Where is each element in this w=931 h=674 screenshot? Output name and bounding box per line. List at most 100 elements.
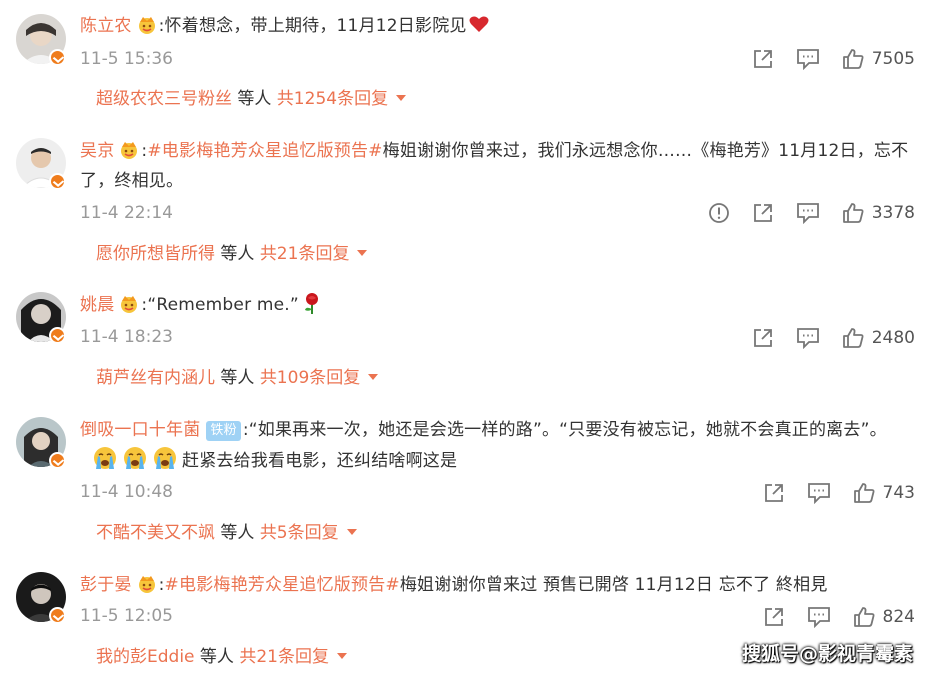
- comment-text: 陈立农:怀着想念，带上期待，11月12日影院见: [80, 11, 915, 41]
- reply-summary[interactable]: 愿你所想皆所得 等人 共21条回复: [96, 243, 368, 265]
- user-name[interactable]: 彭于晏: [80, 575, 132, 595]
- reply-summary[interactable]: 我的彭Eddie 等人 共21条回复: [96, 646, 347, 668]
- reply-count-link[interactable]: 共21条回复: [260, 244, 350, 264]
- chevron-down-icon[interactable]: [396, 95, 407, 101]
- reply-summary[interactable]: 不酷不美又不飒 等人 共5条回复: [96, 522, 357, 544]
- comment-icon: [796, 49, 819, 70]
- crying-face-emoji: [92, 445, 180, 481]
- comment-button[interactable]: [796, 327, 820, 349]
- like-button[interactable]: 2480: [842, 327, 915, 349]
- crown-icon: [121, 142, 138, 159]
- comment-button[interactable]: [796, 48, 820, 70]
- comment-text: 吴京:#电影梅艳芳众星追忆版预告#梅姐谢谢你曾来过，我们永远想念你……《梅艳芳》…: [80, 136, 915, 196]
- chevron-down-icon[interactable]: [346, 529, 357, 535]
- comment-text: 彭于晏:#电影梅艳芳众星追忆版预告#梅姐谢谢你曾来过 預售已開啓 11月12日 …: [80, 570, 915, 600]
- crown-icon: [121, 296, 138, 313]
- reply-summary[interactable]: 葫芦丝有内涵儿 等人 共109条回复: [96, 367, 379, 389]
- comment-icon: [796, 203, 819, 224]
- topic-link[interactable]: #电影梅艳芳众星追忆版预告#: [147, 141, 382, 161]
- comment-body: “如果再来一次，她还是会选一样的路”。“只要没有被忘记，她就不会真正的离去”。: [248, 420, 887, 440]
- comment-body: 怀着想念，带上期待，11月12日影院见: [164, 16, 467, 36]
- like-icon: [853, 483, 875, 503]
- comment-icon: [807, 607, 830, 628]
- share-icon: [764, 484, 783, 502]
- crown-icon: [138, 576, 155, 593]
- comment-button[interactable]: [807, 606, 831, 628]
- user-name[interactable]: 陈立农: [80, 16, 132, 36]
- action-bar: 743: [741, 480, 915, 506]
- reply-user-link[interactable]: 超级农农三号粉丝: [96, 89, 232, 109]
- verified-badge: [49, 327, 66, 344]
- comment-body-continued: 赶紧去给我看电影，还纠结啥啊这是: [182, 451, 458, 471]
- chevron-down-icon[interactable]: [368, 374, 379, 380]
- crown-icon: [138, 17, 155, 34]
- timestamp: 11-4 22:14: [80, 203, 173, 223]
- like-icon: [853, 607, 875, 627]
- chevron-down-icon[interactable]: [336, 653, 347, 659]
- reply-user-link[interactable]: 葫芦丝有内涵儿: [96, 368, 215, 388]
- share-button[interactable]: [752, 202, 774, 224]
- reply-user-link[interactable]: 愿你所想皆所得: [96, 244, 215, 264]
- topic-link[interactable]: #电影梅艳芳众星追忆版预告#: [165, 575, 400, 595]
- timestamp: 11-5 12:05: [80, 606, 173, 626]
- like-button[interactable]: 3378: [842, 202, 915, 224]
- reply-count-link[interactable]: 共1254条回复: [277, 89, 388, 109]
- share-button[interactable]: [752, 48, 774, 70]
- share-icon: [764, 608, 783, 626]
- comment-text: 姚晨:“Remember me.”: [80, 290, 915, 320]
- action-bar: 2480: [730, 325, 915, 351]
- reply-count-link[interactable]: 共5条回复: [260, 523, 339, 543]
- like-icon: [842, 203, 864, 223]
- user-name[interactable]: 姚晨: [80, 295, 114, 315]
- reply-user-link[interactable]: 我的彭Eddie: [96, 647, 195, 667]
- comment-button[interactable]: [796, 202, 820, 224]
- watermark: 搜狐号@影视青霉素: [741, 643, 913, 665]
- reply-connector: 等人: [215, 244, 260, 264]
- reply-connector: 等人: [232, 89, 277, 109]
- share-button[interactable]: [763, 606, 785, 628]
- report-icon: [708, 203, 729, 223]
- like-count: 743: [882, 483, 915, 503]
- comment-button[interactable]: [807, 482, 831, 504]
- reply-connector: 等人: [215, 368, 260, 388]
- timestamp: 11-5 15:36: [80, 49, 173, 69]
- action-bar: 3378: [686, 200, 915, 226]
- share-icon: [753, 329, 772, 347]
- like-count: 7505: [871, 49, 915, 69]
- comment-body: “Remember me.”: [147, 295, 299, 315]
- verified-badge: [49, 49, 66, 66]
- red-heart-emoji: [469, 16, 489, 32]
- share-button[interactable]: [763, 482, 785, 504]
- reply-connector: 等人: [215, 523, 260, 543]
- comment-icon: [796, 328, 819, 349]
- like-button[interactable]: 824: [853, 606, 915, 628]
- timestamp: 11-4 18:23: [80, 327, 173, 347]
- like-button[interactable]: 743: [853, 482, 915, 504]
- fan-badge: 铁粉: [206, 421, 241, 441]
- verified-badge: [49, 173, 66, 190]
- verified-badge: [49, 452, 66, 469]
- reply-count-link[interactable]: 共21条回复: [239, 647, 329, 667]
- report-button[interactable]: [708, 202, 730, 224]
- action-bar: 7505: [730, 46, 915, 72]
- timestamp: 11-4 10:48: [80, 482, 173, 502]
- like-icon: [842, 49, 864, 69]
- reply-summary[interactable]: 超级农农三号粉丝 等人 共1254条回复: [96, 88, 407, 110]
- like-button[interactable]: 7505: [842, 48, 915, 70]
- like-count: 2480: [871, 328, 915, 348]
- reply-user-link[interactable]: 不酷不美又不飒: [96, 523, 215, 543]
- reply-count-link[interactable]: 共109条回复: [260, 368, 360, 388]
- comment-text: 倒吸一口十年菌 铁粉:“如果再来一次，她还是会选一样的路”。“只要没有被忘记，她就…: [80, 415, 915, 481]
- rose-emoji: [304, 293, 318, 314]
- chevron-down-icon[interactable]: [357, 250, 368, 256]
- like-count: 3378: [871, 203, 915, 223]
- share-icon: [753, 204, 772, 222]
- user-name[interactable]: 倒吸一口十年菌: [80, 420, 200, 440]
- like-icon: [842, 328, 864, 348]
- share-button[interactable]: [752, 327, 774, 349]
- share-icon: [753, 50, 772, 68]
- comment-body: 梅姐谢谢你曾来过 預售已開啓 11月12日 忘不了 終相見: [399, 575, 828, 595]
- user-name[interactable]: 吴京: [80, 141, 114, 161]
- reply-connector: 等人: [194, 647, 240, 667]
- like-count: 824: [882, 607, 915, 627]
